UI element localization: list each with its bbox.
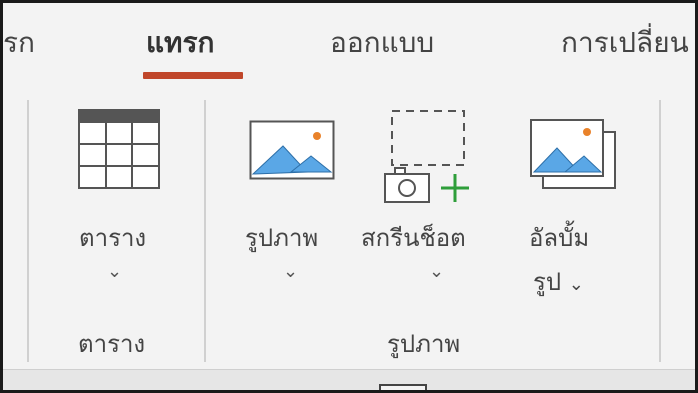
group-label-images: รูปภาพ — [387, 330, 461, 358]
tab-home[interactable]: รก — [3, 21, 35, 65]
picture-button[interactable]: รูปภาพ ⌄ — [235, 100, 345, 290]
collapse-handle[interactable] — [379, 384, 427, 390]
photo-album-label-word: รูป — [533, 268, 562, 296]
photo-album-icon — [529, 118, 621, 196]
photo-album-button[interactable]: อัลบั้ม รูป ⌄ — [523, 100, 633, 296]
photo-album-button-label-line2: รูป ⌄ — [533, 262, 584, 301]
group-separator — [27, 100, 29, 362]
tab-design[interactable]: ออกแบบ — [330, 21, 434, 65]
group-separator — [204, 100, 206, 362]
table-button-label: ตาราง — [79, 224, 147, 252]
tab-insert[interactable]: แทรก — [146, 21, 215, 65]
ribbon-body: ตาราง ⌄ ตาราง รูปภาพ ⌄ สกรีนช็อต ⌄ อัลบั… — [3, 80, 695, 369]
ribbon-frame: รก แทรก ออกแบบ การเปลี่ยน ตาราง ⌄ ตาราง … — [0, 0, 698, 393]
screenshot-button-label: สกรีนช็อต — [361, 224, 466, 252]
chevron-down-icon: ⌄ — [283, 261, 299, 282]
picture-icon — [249, 120, 335, 184]
chevron-down-icon: ⌄ — [568, 274, 584, 295]
ribbon-bottom-bar — [3, 369, 695, 390]
chevron-down-icon: ⌄ — [107, 261, 123, 282]
tab-transitions[interactable]: การเปลี่ยน — [561, 21, 689, 65]
chevron-down-icon: ⌄ — [429, 261, 445, 282]
table-button[interactable]: ตาราง ⌄ — [63, 100, 173, 290]
screenshot-button[interactable]: สกรีนช็อต ⌄ — [355, 100, 495, 290]
active-tab-underline — [143, 72, 243, 79]
table-icon — [77, 108, 161, 196]
photo-album-button-label: อัลบั้ม — [529, 224, 590, 252]
group-separator — [659, 100, 661, 362]
picture-button-label: รูปภาพ — [245, 224, 319, 252]
ribbon-tabs: รก แทรก ออกแบบ การเปลี่ยน — [3, 3, 695, 79]
screenshot-icon — [381, 108, 481, 208]
group-label-table: ตาราง — [78, 330, 146, 358]
